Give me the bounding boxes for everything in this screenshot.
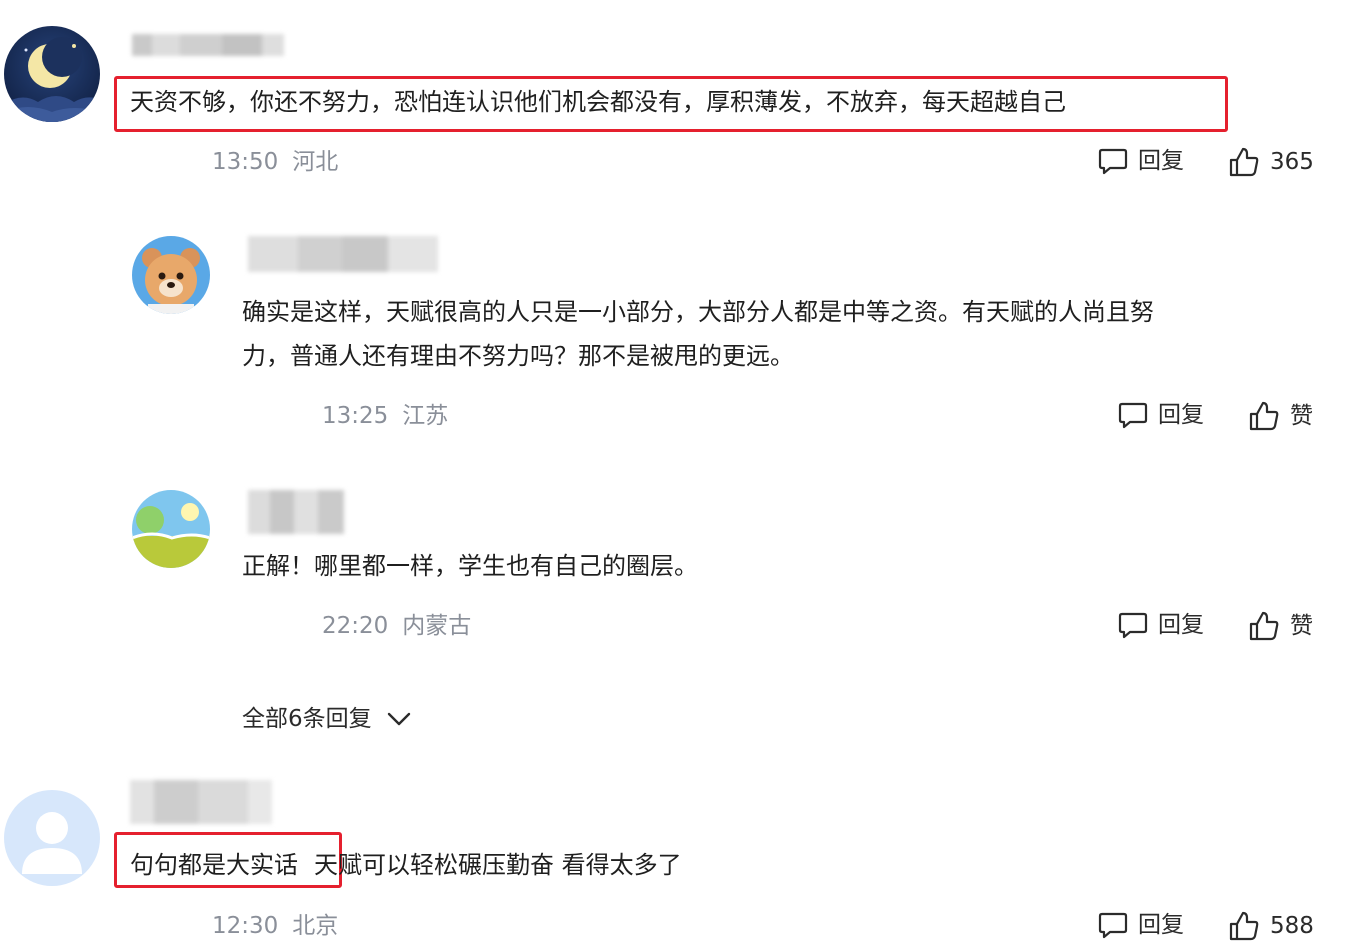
- thumbs-up-icon: [1249, 401, 1279, 431]
- reply-button[interactable]: 回复: [1118, 400, 1204, 430]
- comment-meta: 12:30 北京: [212, 911, 338, 941]
- moon-icon: [4, 37, 100, 122]
- thumbs-up-icon: [1229, 147, 1259, 177]
- user-silhouette-icon: [22, 812, 82, 874]
- reply-text-line2: 力，普通人还有理由不努力吗？那不是被甩的更远。: [242, 342, 794, 370]
- reply-location: 内蒙古: [402, 613, 472, 639]
- comment-text: 句句都是大实话 天赋可以轻松碾压勤奋 看得太多了: [130, 843, 682, 887]
- like-button[interactable]: 588: [1228, 910, 1314, 942]
- comment-location: 北京: [292, 913, 339, 939]
- moon-night-avatar[interactable]: [4, 26, 100, 122]
- like-label: 赞: [1290, 613, 1313, 639]
- default-user-avatar[interactable]: [4, 790, 100, 886]
- comment-bubble-icon: [1118, 612, 1148, 639]
- username-blurred: [130, 780, 272, 824]
- reply-label: 回复: [1158, 402, 1204, 428]
- like-button[interactable]: 365: [1228, 146, 1314, 178]
- reply-location: 江苏: [402, 403, 449, 429]
- comment-meta: 13:50 河北: [212, 147, 338, 177]
- landscape-icon: [132, 503, 210, 568]
- reply-button[interactable]: 回复: [1098, 910, 1184, 940]
- show-all-replies-label: 全部6条回复: [242, 706, 372, 732]
- like-button[interactable]: 赞: [1248, 400, 1313, 432]
- bear-avatar[interactable]: [132, 236, 210, 314]
- username-blurred: [248, 490, 344, 534]
- comment-location: 河北: [292, 149, 339, 175]
- bear-face-icon: [142, 248, 200, 314]
- comment-text: 天资不够，你还不努力，恐怕连认识他们机会都没有，厚积薄发，不放弃，每天超越自己: [130, 88, 1066, 116]
- thumbs-up-icon: [1249, 611, 1279, 641]
- comment-bubble-icon: [1118, 402, 1148, 429]
- comment-bubble-icon: [1098, 148, 1128, 175]
- reply-label: 回复: [1158, 612, 1204, 638]
- username-blurred: [248, 236, 438, 272]
- reply-time: 22:20: [322, 613, 389, 639]
- reply-text: 正解！哪里都一样，学生也有自己的圈层。: [242, 552, 698, 580]
- reply-text-line1: 确实是这样，天赋很高的人只是一小部分，大部分人都是中等之资。有天赋的人尚且努: [242, 298, 1154, 326]
- show-all-replies-button[interactable]: 全部6条回复: [242, 704, 412, 734]
- like-count: 588: [1270, 913, 1314, 939]
- reply-label: 回复: [1138, 148, 1184, 174]
- comment-bubble-icon: [1098, 912, 1128, 939]
- reply-meta: 22:20 内蒙古: [322, 611, 471, 641]
- like-button[interactable]: 赞: [1248, 610, 1313, 642]
- username-blurred: [132, 34, 284, 56]
- like-count: 365: [1270, 149, 1314, 175]
- thumbs-up-icon: [1229, 911, 1259, 941]
- reply-button[interactable]: 回复: [1098, 146, 1184, 176]
- reply-button[interactable]: 回复: [1118, 610, 1204, 640]
- reply-meta: 13:25 江苏: [322, 401, 448, 431]
- like-label: 赞: [1290, 403, 1313, 429]
- reply-time: 13:25: [322, 403, 389, 429]
- comment-text-rest: 天赋可以轻松碾压勤奋 看得太多了: [314, 851, 682, 879]
- comment-text-highlight: 句句都是大实话: [130, 851, 298, 879]
- reply-label: 回复: [1138, 912, 1184, 938]
- chevron-down-icon: [387, 712, 410, 726]
- landscape-avatar[interactable]: [132, 490, 210, 568]
- comment-time: 12:30: [212, 913, 279, 939]
- comment-time: 13:50: [212, 149, 279, 175]
